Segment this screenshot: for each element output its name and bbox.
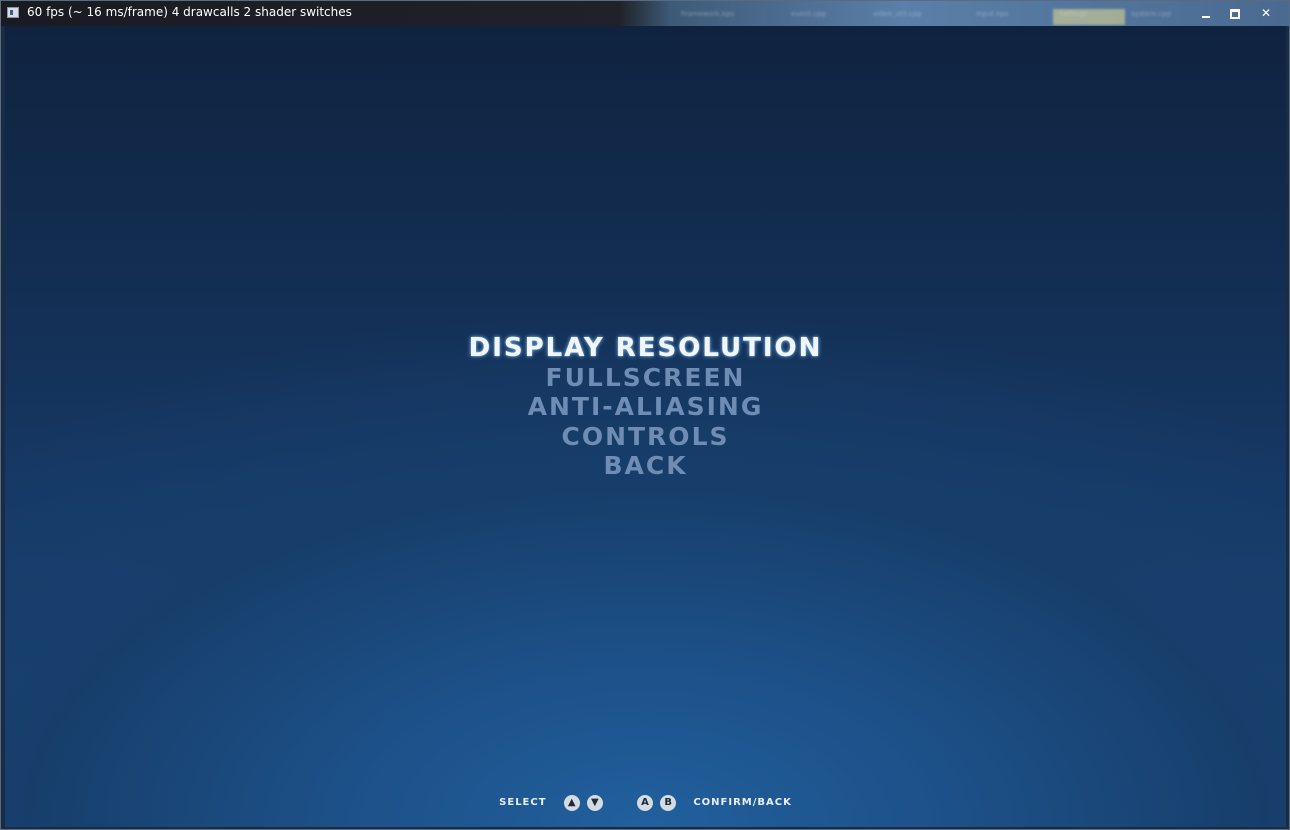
dpad-down-icon: ▼ bbox=[586, 794, 603, 811]
menu-item-display-resolution[interactable]: DISPLAY RESOLUTION bbox=[5, 333, 1286, 363]
game-window: 60 fps (~ 16 ms/frame) 4 drawcalls 2 sha… bbox=[0, 0, 1290, 830]
confirm-back-hint: A B CONFIRM/BACK bbox=[636, 792, 792, 811]
window-title: 60 fps (~ 16 ms/frame) 4 drawcalls 2 sha… bbox=[27, 5, 352, 19]
a-button-icon: A bbox=[637, 794, 654, 811]
background-taskbar-tab: event.cpp bbox=[791, 10, 826, 18]
maximize-button[interactable] bbox=[1222, 4, 1248, 23]
close-icon: ✕ bbox=[1260, 6, 1272, 20]
app-icon bbox=[7, 7, 19, 18]
controller-hint-bar: SELECT ▲ ▼ A B CONFIRM/BACK bbox=[5, 791, 1286, 811]
close-button[interactable]: ✕ bbox=[1253, 4, 1279, 23]
background-taskbar-tab: system.cpp bbox=[1131, 10, 1172, 18]
background-taskbar-tab: input.kps bbox=[976, 10, 1009, 18]
b-button-icon: B bbox=[660, 794, 677, 811]
menu-item-back[interactable]: BACK bbox=[5, 451, 1286, 481]
background-taskbar-tab: Framework.kps bbox=[681, 10, 735, 18]
menu-item-fullscreen[interactable]: FULLSCREEN bbox=[5, 363, 1286, 393]
select-label: SELECT bbox=[499, 797, 547, 808]
menu-item-controls[interactable]: CONTROLS bbox=[5, 422, 1286, 452]
title-bar[interactable]: 60 fps (~ 16 ms/frame) 4 drawcalls 2 sha… bbox=[1, 1, 1289, 26]
background-taskbar-tab: Settings bbox=[1059, 10, 1088, 18]
menu-item-anti-aliasing[interactable]: ANTI-ALIASING bbox=[5, 392, 1286, 422]
minimize-icon bbox=[1202, 15, 1210, 18]
game-viewport: DISPLAY RESOLUTION FULLSCREEN ANTI-ALIAS… bbox=[5, 26, 1286, 827]
confirm-back-label: CONFIRM/BACK bbox=[693, 797, 792, 808]
minimize-button[interactable] bbox=[1193, 4, 1219, 23]
maximize-icon bbox=[1230, 8, 1240, 19]
background-taskbar-tab: video_util.cpp bbox=[873, 10, 922, 18]
select-hint: SELECT ▲ ▼ bbox=[499, 792, 604, 811]
dpad-up-icon: ▲ bbox=[563, 794, 580, 811]
